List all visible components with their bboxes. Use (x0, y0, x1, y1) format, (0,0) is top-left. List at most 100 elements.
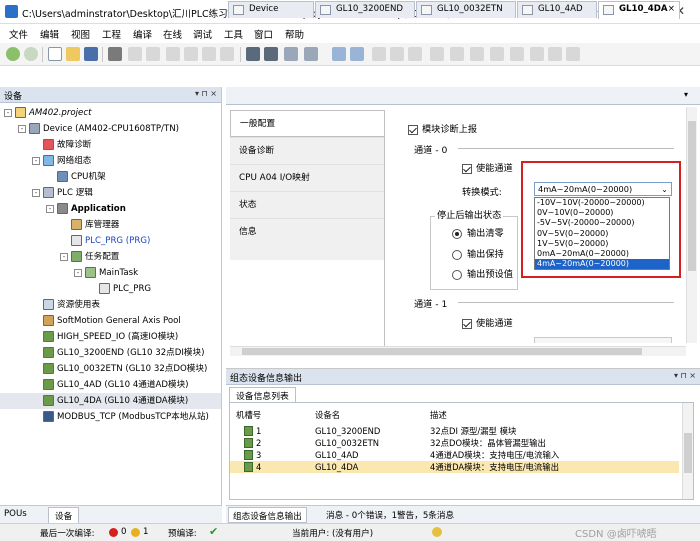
tree-node[interactable]: SoftMotion General Axis Pool (0, 313, 221, 329)
save-icon[interactable] (84, 47, 98, 61)
collapse-icon[interactable]: - (46, 204, 54, 213)
menu-tools[interactable]: 工具 (224, 27, 243, 41)
side-tab-io-mapping[interactable]: CPU A04 I/O映射 (230, 164, 384, 191)
editor-vertical-scrollbar[interactable] (686, 107, 697, 343)
copy-icon[interactable] (184, 47, 198, 61)
tree-node[interactable]: - MainTask (0, 265, 221, 281)
delete-icon[interactable] (220, 47, 234, 61)
trace-icon[interactable] (548, 47, 562, 61)
back-icon[interactable] (6, 47, 20, 61)
step-icon[interactable] (430, 47, 444, 61)
menu-project[interactable]: 工程 (102, 27, 121, 41)
reset-icon[interactable] (408, 47, 422, 61)
find-icon[interactable] (246, 47, 260, 61)
replace-icon[interactable] (264, 47, 278, 61)
footer-tab-device-info[interactable]: 组态设备信息输出 (228, 507, 307, 523)
tab-pous[interactable]: POUs (4, 509, 27, 519)
dropdown-option[interactable]: 1V~5V(0~20000) (535, 239, 669, 249)
open-folder-icon[interactable] (66, 47, 80, 61)
collapse-icon[interactable]: - (32, 188, 40, 197)
menu-file[interactable]: 文件 (9, 27, 28, 41)
step-over-icon[interactable] (470, 47, 484, 61)
menu-debug[interactable]: 调试 (193, 27, 212, 41)
table-row[interactable]: 4 GL10_4DA 4通道DA模块：支持电压/电流输出 (230, 461, 679, 473)
device-info-list-tab[interactable]: 设备信息列表 (229, 387, 296, 403)
tab-device[interactable]: Device (228, 1, 314, 18)
radio-output-clear[interactable]: 输出清零 (452, 225, 504, 239)
tree-node[interactable]: 库管理器 (0, 217, 221, 233)
tab-gl10-0032etn[interactable]: GL10_0032ETN (416, 1, 516, 18)
menu-online[interactable]: 在线 (163, 27, 182, 41)
stop-icon[interactable] (390, 47, 404, 61)
forward-icon[interactable] (24, 47, 38, 61)
tab-gl10-4da[interactable]: GL10_4DA × (598, 1, 680, 19)
build-icon[interactable] (284, 47, 298, 61)
channel-1-mode-select[interactable] (534, 337, 672, 343)
step-out-icon[interactable] (510, 47, 524, 61)
collapse-icon[interactable]: - (4, 108, 12, 117)
tree-node[interactable]: - Application (0, 201, 221, 217)
tree-node[interactable]: - 网络组态 (0, 153, 221, 169)
dropdown-option[interactable]: -10V~10V(-20000~20000) (535, 198, 669, 208)
conversion-mode-select[interactable]: 4mA~20mA(0~20000) ⌄ (534, 182, 672, 196)
paste-icon[interactable] (202, 47, 216, 61)
table-row[interactable]: 1 GL10_3200END 32点DI 源型/漏型 模块 (230, 425, 679, 437)
cut-icon[interactable] (166, 47, 180, 61)
side-tab-info[interactable]: 信息 (230, 218, 384, 245)
tree-node[interactable]: HIGH_SPEED_IO (高速IO模块) (0, 329, 221, 345)
tree-node[interactable]: PLC_PRG (PRG) (0, 233, 221, 249)
radio-output-hold[interactable]: 输出保持 (452, 246, 504, 260)
collapse-icon[interactable]: - (60, 252, 68, 261)
tree-node[interactable]: - 任务配置 (0, 249, 221, 265)
compile-icon[interactable] (304, 47, 318, 61)
tree-node[interactable]: 故障诊断 (0, 137, 221, 153)
logout-icon[interactable] (350, 47, 364, 61)
tab-gl10-3200end[interactable]: GL10_3200END (315, 1, 415, 18)
tree-node[interactable]: PLC_PRG (0, 281, 221, 297)
side-tab-general[interactable]: 一般配置 (230, 110, 384, 137)
tree-node[interactable]: GL10_4AD (GL10 4通道AD模块) (0, 377, 221, 393)
menu-edit[interactable]: 编辑 (40, 27, 59, 41)
tree-node[interactable]: 资源使用表 (0, 297, 221, 313)
tab-close-icon[interactable]: × (668, 2, 675, 17)
tree-node[interactable]: CPU机架 (0, 169, 221, 185)
tree-node[interactable]: - PLC 逻辑 (0, 185, 221, 201)
editor-horizontal-scrollbar[interactable] (230, 346, 686, 356)
table-vertical-scrollbar[interactable] (682, 403, 693, 499)
tree-node[interactable]: GL10_3200END (GL10 32点DI模块) (0, 345, 221, 361)
menu-view[interactable]: 视图 (71, 27, 90, 41)
tree-node[interactable]: - Device (AM402-CPU1608TP/TN) (0, 121, 221, 137)
channel-1-enable-checkbox[interactable]: 使能通道 (462, 315, 513, 329)
redo-icon[interactable] (146, 47, 160, 61)
step-into-icon[interactable] (490, 47, 504, 61)
radio-output-preset[interactable]: 输出预设值 (452, 266, 513, 280)
new-file-icon[interactable] (48, 47, 62, 61)
menu-build[interactable]: 编译 (133, 27, 152, 41)
dropdown-option[interactable]: 0V~10V(0~20000) (535, 208, 669, 218)
tree-node[interactable]: GL10_0032ETN (GL10 32点DO模块) (0, 361, 221, 377)
footer-tab-messages[interactable]: 消息 - 0个错误，1警告，5条消息 (326, 509, 454, 521)
collapse-icon[interactable]: - (74, 268, 82, 277)
tree-node[interactable]: MODBUS_TCP (ModbusTCP本地从站) (0, 409, 221, 425)
watch-icon[interactable] (530, 47, 544, 61)
tree-node[interactable]: GL10_4DA (GL10 4通道DA模块) (0, 393, 221, 409)
toolbar-more-icon[interactable] (566, 47, 580, 61)
tab-list-icon[interactable]: ▾ (684, 90, 688, 99)
pane-pin-icon[interactable]: ▾ ⊓ × (674, 371, 696, 380)
print-icon[interactable] (108, 47, 122, 61)
collapse-icon[interactable]: - (32, 156, 40, 165)
side-tab-diagnostics[interactable]: 设备诊断 (230, 137, 384, 164)
tree-node[interactable]: - AM402.project (0, 105, 221, 121)
channel-0-enable-checkbox[interactable]: 使能通道 (462, 160, 513, 174)
collapse-icon[interactable]: - (18, 124, 26, 133)
module-diag-checkbox[interactable]: 模块诊断上报 (408, 121, 477, 135)
dropdown-option[interactable]: -5V~5V(-20000~20000) (535, 218, 669, 228)
dropdown-option[interactable]: 0mA~20mA(0~20000) (535, 249, 669, 259)
login-icon[interactable] (332, 47, 346, 61)
pane-pin-icon[interactable]: ▾ ⊓ × (195, 89, 217, 98)
run-icon[interactable] (372, 47, 386, 61)
dropdown-option[interactable]: 4mA~20mA(0~20000) (535, 259, 669, 270)
side-tab-status[interactable]: 状态 (230, 191, 384, 218)
dropdown-option[interactable]: 0V~5V(0~20000) (535, 229, 669, 239)
breakpoint-icon[interactable] (450, 47, 464, 61)
